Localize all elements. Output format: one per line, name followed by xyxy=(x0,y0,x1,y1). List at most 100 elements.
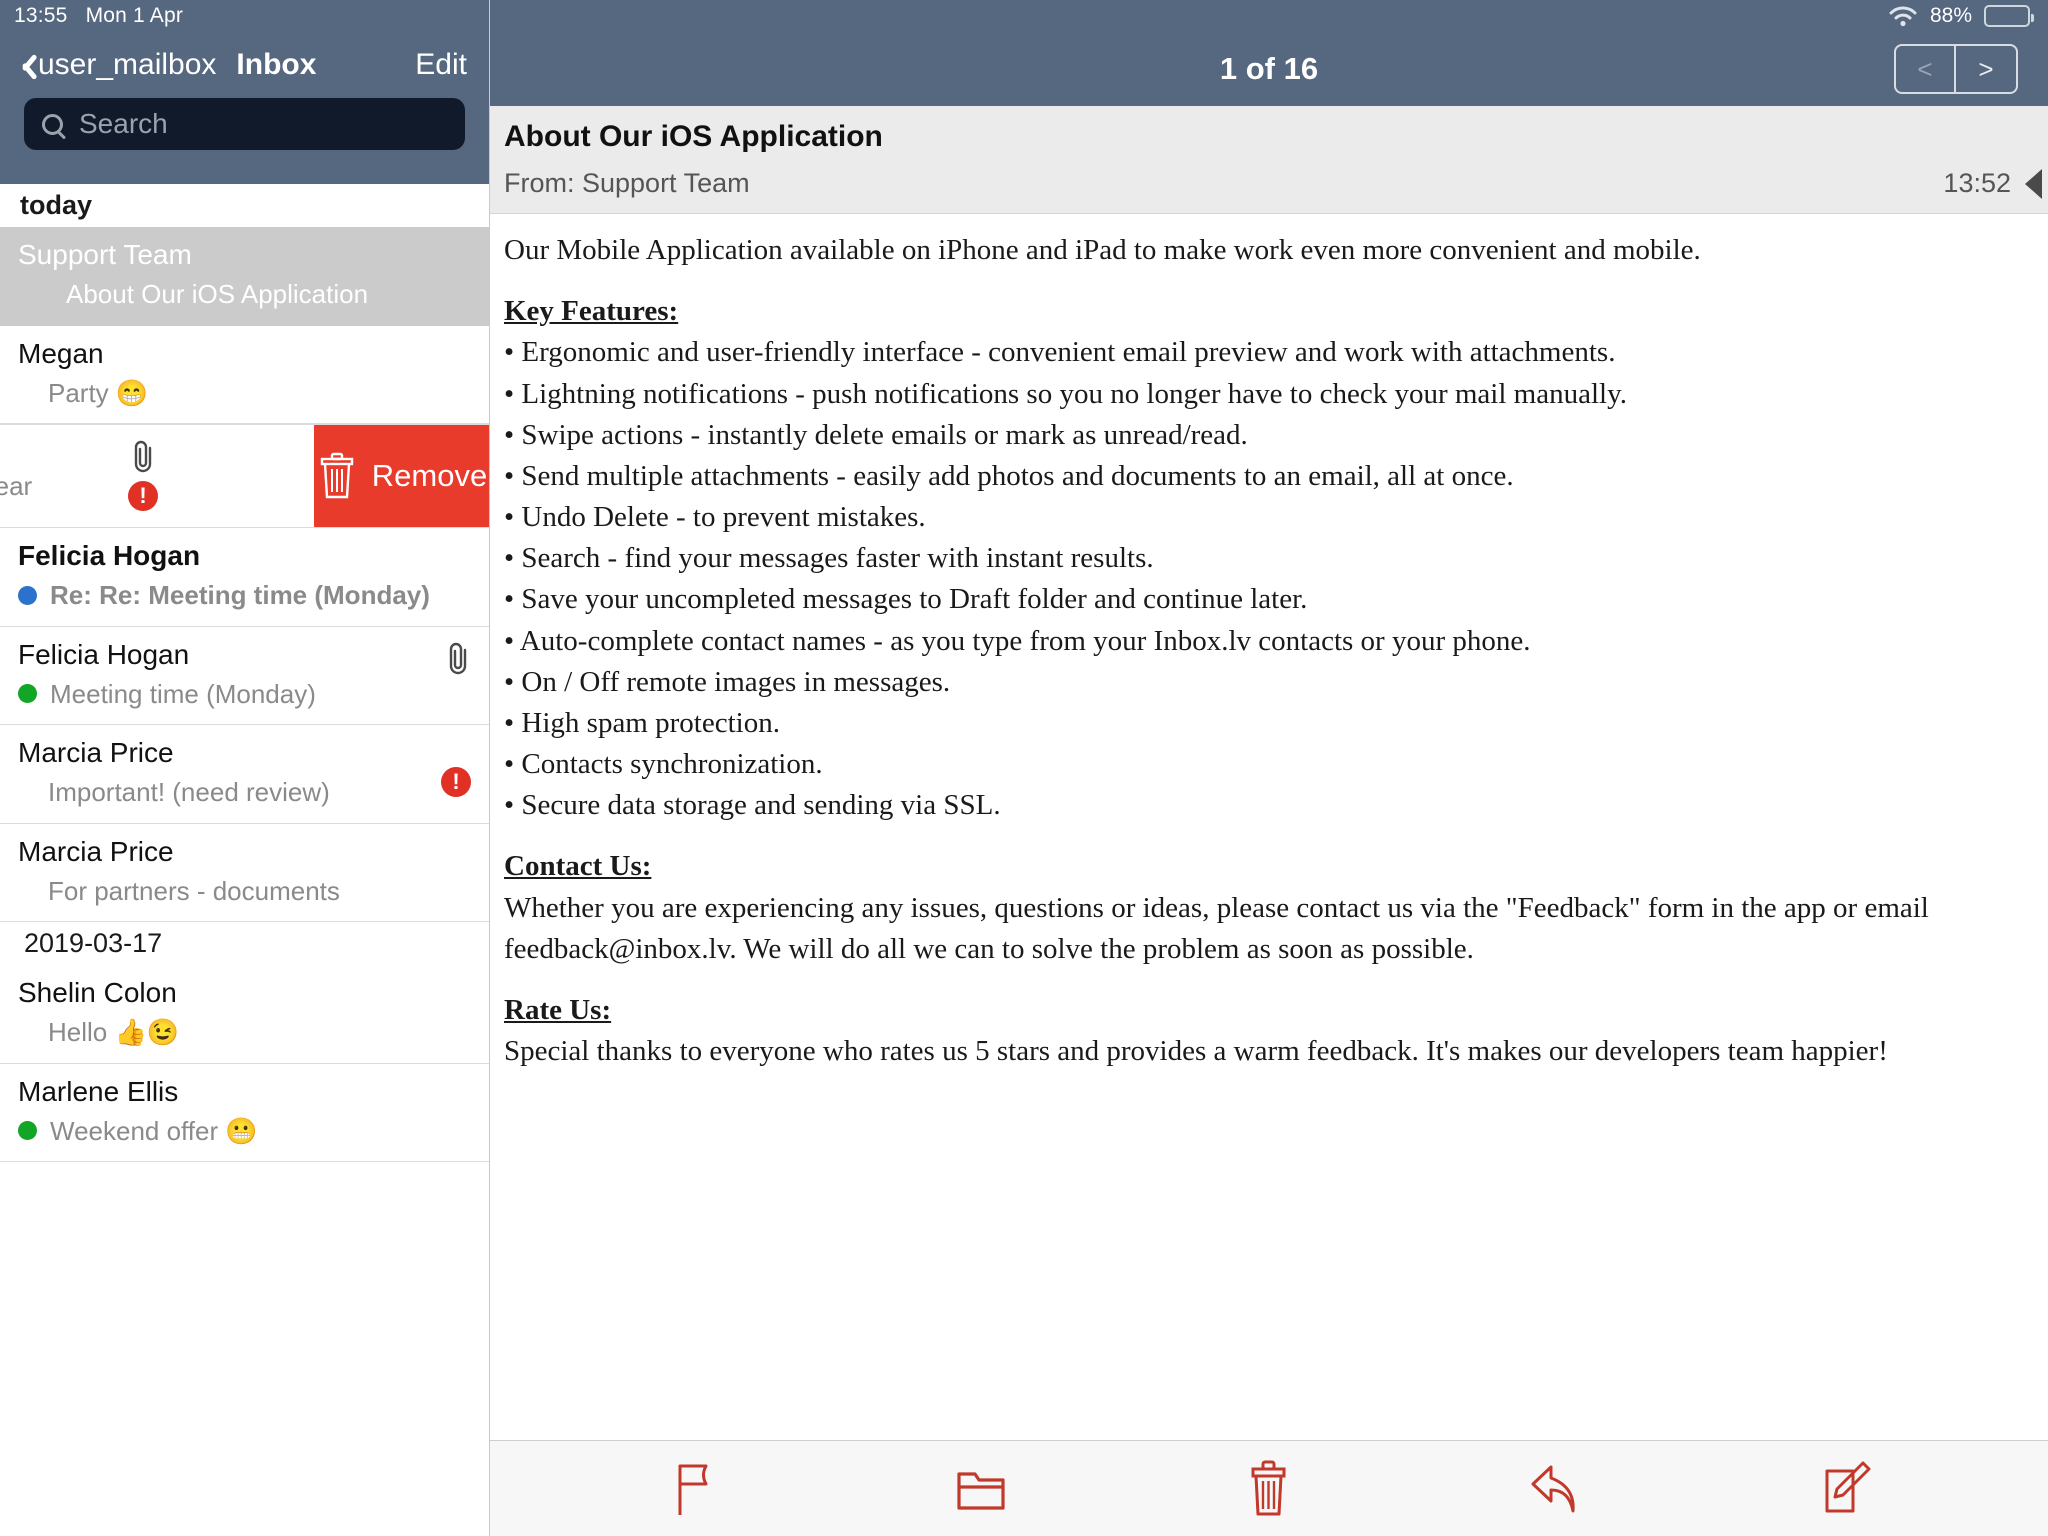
list-item-sender: Shelin Colon xyxy=(18,977,177,1008)
status-bar-time: 13:55 xyxy=(14,4,68,27)
back-button-label: user_mailbox xyxy=(38,48,217,81)
list-item-subject-line: About Our iOS Application xyxy=(18,278,475,311)
reply-icon[interactable] xyxy=(1522,1454,1592,1524)
list-item-felicia-hogan-unread[interactable]: Felicia Hogan Re: Re: Meeting time (Mond… xyxy=(0,528,489,627)
list-item-subject-line: Meeting time (Monday) xyxy=(18,678,475,711)
list-item-subject-line: For partners - documents xyxy=(18,875,475,908)
body-contact-heading: Contact Us: xyxy=(504,850,652,883)
flag-dot-icon xyxy=(18,684,37,704)
body-feature-item: • Secure data storage and sending via SS… xyxy=(504,789,1001,822)
folder-icon[interactable] xyxy=(946,1454,1016,1524)
body-feature-item: • Send multiple attachments - easily add… xyxy=(504,459,1514,492)
trash-icon[interactable] xyxy=(1234,1454,1304,1524)
search-placeholder: Search xyxy=(79,108,168,139)
previous-message-button[interactable]: < xyxy=(1896,46,1956,92)
remove-button-label: Remove xyxy=(371,458,488,493)
message-body: Our Mobile Application available on iPho… xyxy=(490,214,2048,1440)
body-feature-item: • Auto-complete contact names - as you t… xyxy=(504,624,1531,657)
unread-dot-icon xyxy=(18,585,37,605)
message-from-bar: From: Support Team 13:52 xyxy=(490,164,2048,214)
list-item-marlene-ellis[interactable]: Marlene Ellis Weekend offer 😬 xyxy=(0,1063,489,1162)
body-feature-item: • Search - find your messages faster wit… xyxy=(504,542,1154,575)
list-item-subject-line: Important! (need review) xyxy=(18,776,475,809)
list-item-subject: Hello 👍😉 xyxy=(48,1017,180,1047)
body-rate-text: Special thanks to everyone who rates us … xyxy=(504,1035,1888,1068)
swiped-row-icons: ! xyxy=(128,439,158,511)
message-detail-pane: 88% 1 of 16 < > About Our iOS Applicatio… xyxy=(490,0,2048,1536)
list-item-marcia-price-important[interactable]: Marcia Price Important! (need review) ! xyxy=(0,725,489,824)
list-item-subject-line: Party 😁 xyxy=(18,377,475,410)
flag-icon[interactable] xyxy=(659,1454,729,1524)
list-item-sender: Felicia Hogan xyxy=(18,540,201,571)
message-subject: About Our iOS Application xyxy=(504,120,883,153)
body-feature-item: • Save your uncompleted messages to Draf… xyxy=(504,583,1308,616)
list-item-subject: Party 😁 xyxy=(48,377,149,408)
triangle-left-icon[interactable] xyxy=(2025,168,2042,199)
list-item-sender: Megan xyxy=(18,337,104,369)
edit-button[interactable]: Edit xyxy=(415,48,467,82)
remove-button[interactable]: Remove xyxy=(314,425,489,527)
list-item-sender: Marcia Price xyxy=(18,835,174,867)
next-message-button[interactable]: > xyxy=(1956,46,2016,92)
section-header-today: today xyxy=(0,184,489,227)
body-feature-item: • Swipe actions - instantly delete email… xyxy=(504,418,1248,451)
list-item-sender: Marlene Ellis xyxy=(18,1075,179,1107)
list-item-subject-line: Hello 👍😉 xyxy=(18,1016,475,1049)
body-feature-item: • Contacts synchronization. xyxy=(504,748,823,781)
exclamation-badge-icon: ! xyxy=(128,481,158,511)
message-from: From: Support Team xyxy=(504,168,750,198)
list-item-subject: About Our iOS Application xyxy=(66,279,369,309)
list-item-swiped[interactable]: ents for this year ! xyxy=(0,424,489,528)
body-contact-text: Whether you are experiencing any issues,… xyxy=(504,891,1929,965)
message-time: 13:52 xyxy=(1943,168,2011,198)
trash-icon xyxy=(316,452,358,500)
list-item-icons xyxy=(445,641,471,675)
message-subject-bar: About Our iOS Application xyxy=(490,106,2048,164)
wifi-icon xyxy=(1888,5,1918,27)
list-item-felicia-hogan[interactable]: Felicia Hogan Meeting time (Monday) xyxy=(0,626,489,725)
search-bar-container: Search xyxy=(0,98,489,184)
email-list[interactable]: today Support Team About Our iOS Applica… xyxy=(0,184,489,1536)
search-input[interactable]: Search xyxy=(24,98,465,150)
battery-icon xyxy=(1984,5,2034,27)
message-counter: 1 of 16 xyxy=(1219,51,1319,86)
list-item-shelin-colon[interactable]: Shelin Colon Hello 👍😉 xyxy=(0,965,489,1064)
list-item-marcia-price-documents[interactable]: Marcia Price For partners - documents xyxy=(0,823,489,922)
flag-dot-icon xyxy=(18,1121,37,1141)
paperclip-icon xyxy=(445,641,471,675)
chevron-left-icon xyxy=(14,50,32,80)
section-header-date: 2019-03-17 xyxy=(0,922,489,965)
mailbox-list-pane: 13:55 Mon 1 Apr user_mailbox Inbox Edit … xyxy=(0,0,490,1536)
list-item-sender: Marcia Price xyxy=(18,737,174,768)
list-item-sender: Felicia Hogan xyxy=(18,638,190,670)
list-item-subject-line: Weekend offer 😬 xyxy=(18,1115,475,1148)
body-rate-heading: Rate Us: xyxy=(504,993,612,1026)
body-feature-item: • Undo Delete - to prevent mistakes. xyxy=(504,501,926,534)
body-feature-item: • Lightning notifications - push notific… xyxy=(504,377,1627,410)
list-item-subject: ents for this year xyxy=(0,471,33,501)
list-item-sender: Support Team xyxy=(18,239,192,270)
mail-app-window: 13:55 Mon 1 Apr user_mailbox Inbox Edit … xyxy=(0,0,2048,1536)
body-feature-item: • On / Off remote images in messages. xyxy=(504,665,951,698)
body-intro: Our Mobile Application available on iPho… xyxy=(504,234,1701,266)
list-item-subject: Meeting time (Monday) xyxy=(50,678,316,709)
body-key-features-heading: Key Features: xyxy=(504,295,679,328)
list-item-subject: Important! (need review) xyxy=(48,777,330,807)
list-item-support-team[interactable]: Support Team About Our iOS Application xyxy=(0,227,489,326)
body-feature-item: • Ergonomic and user-friendly interface … xyxy=(504,336,1616,369)
body-feature-item: • High spam protection. xyxy=(504,706,780,739)
paperclip-icon xyxy=(130,439,156,473)
battery-percent: 88% xyxy=(1929,4,1972,27)
list-item-subject: Weekend offer 😬 xyxy=(50,1115,258,1146)
status-bar-right: 88% xyxy=(490,0,2048,32)
list-item-subject: Re: Re: Meeting time (Monday) xyxy=(50,580,430,610)
compose-icon[interactable] xyxy=(1809,1454,1879,1524)
list-item-subject: For partners - documents xyxy=(48,875,340,906)
message-nav-segmented-control: < > xyxy=(1894,44,2018,94)
message-toolbar xyxy=(490,1440,2048,1536)
exclamation-badge-icon: ! xyxy=(441,767,471,797)
back-button[interactable]: user_mailbox xyxy=(14,48,216,82)
list-item-megan[interactable]: Megan Party 😁 xyxy=(0,325,489,424)
list-item-icons: ! xyxy=(441,767,471,797)
swiped-row-content: ents for this year ! xyxy=(0,425,330,527)
